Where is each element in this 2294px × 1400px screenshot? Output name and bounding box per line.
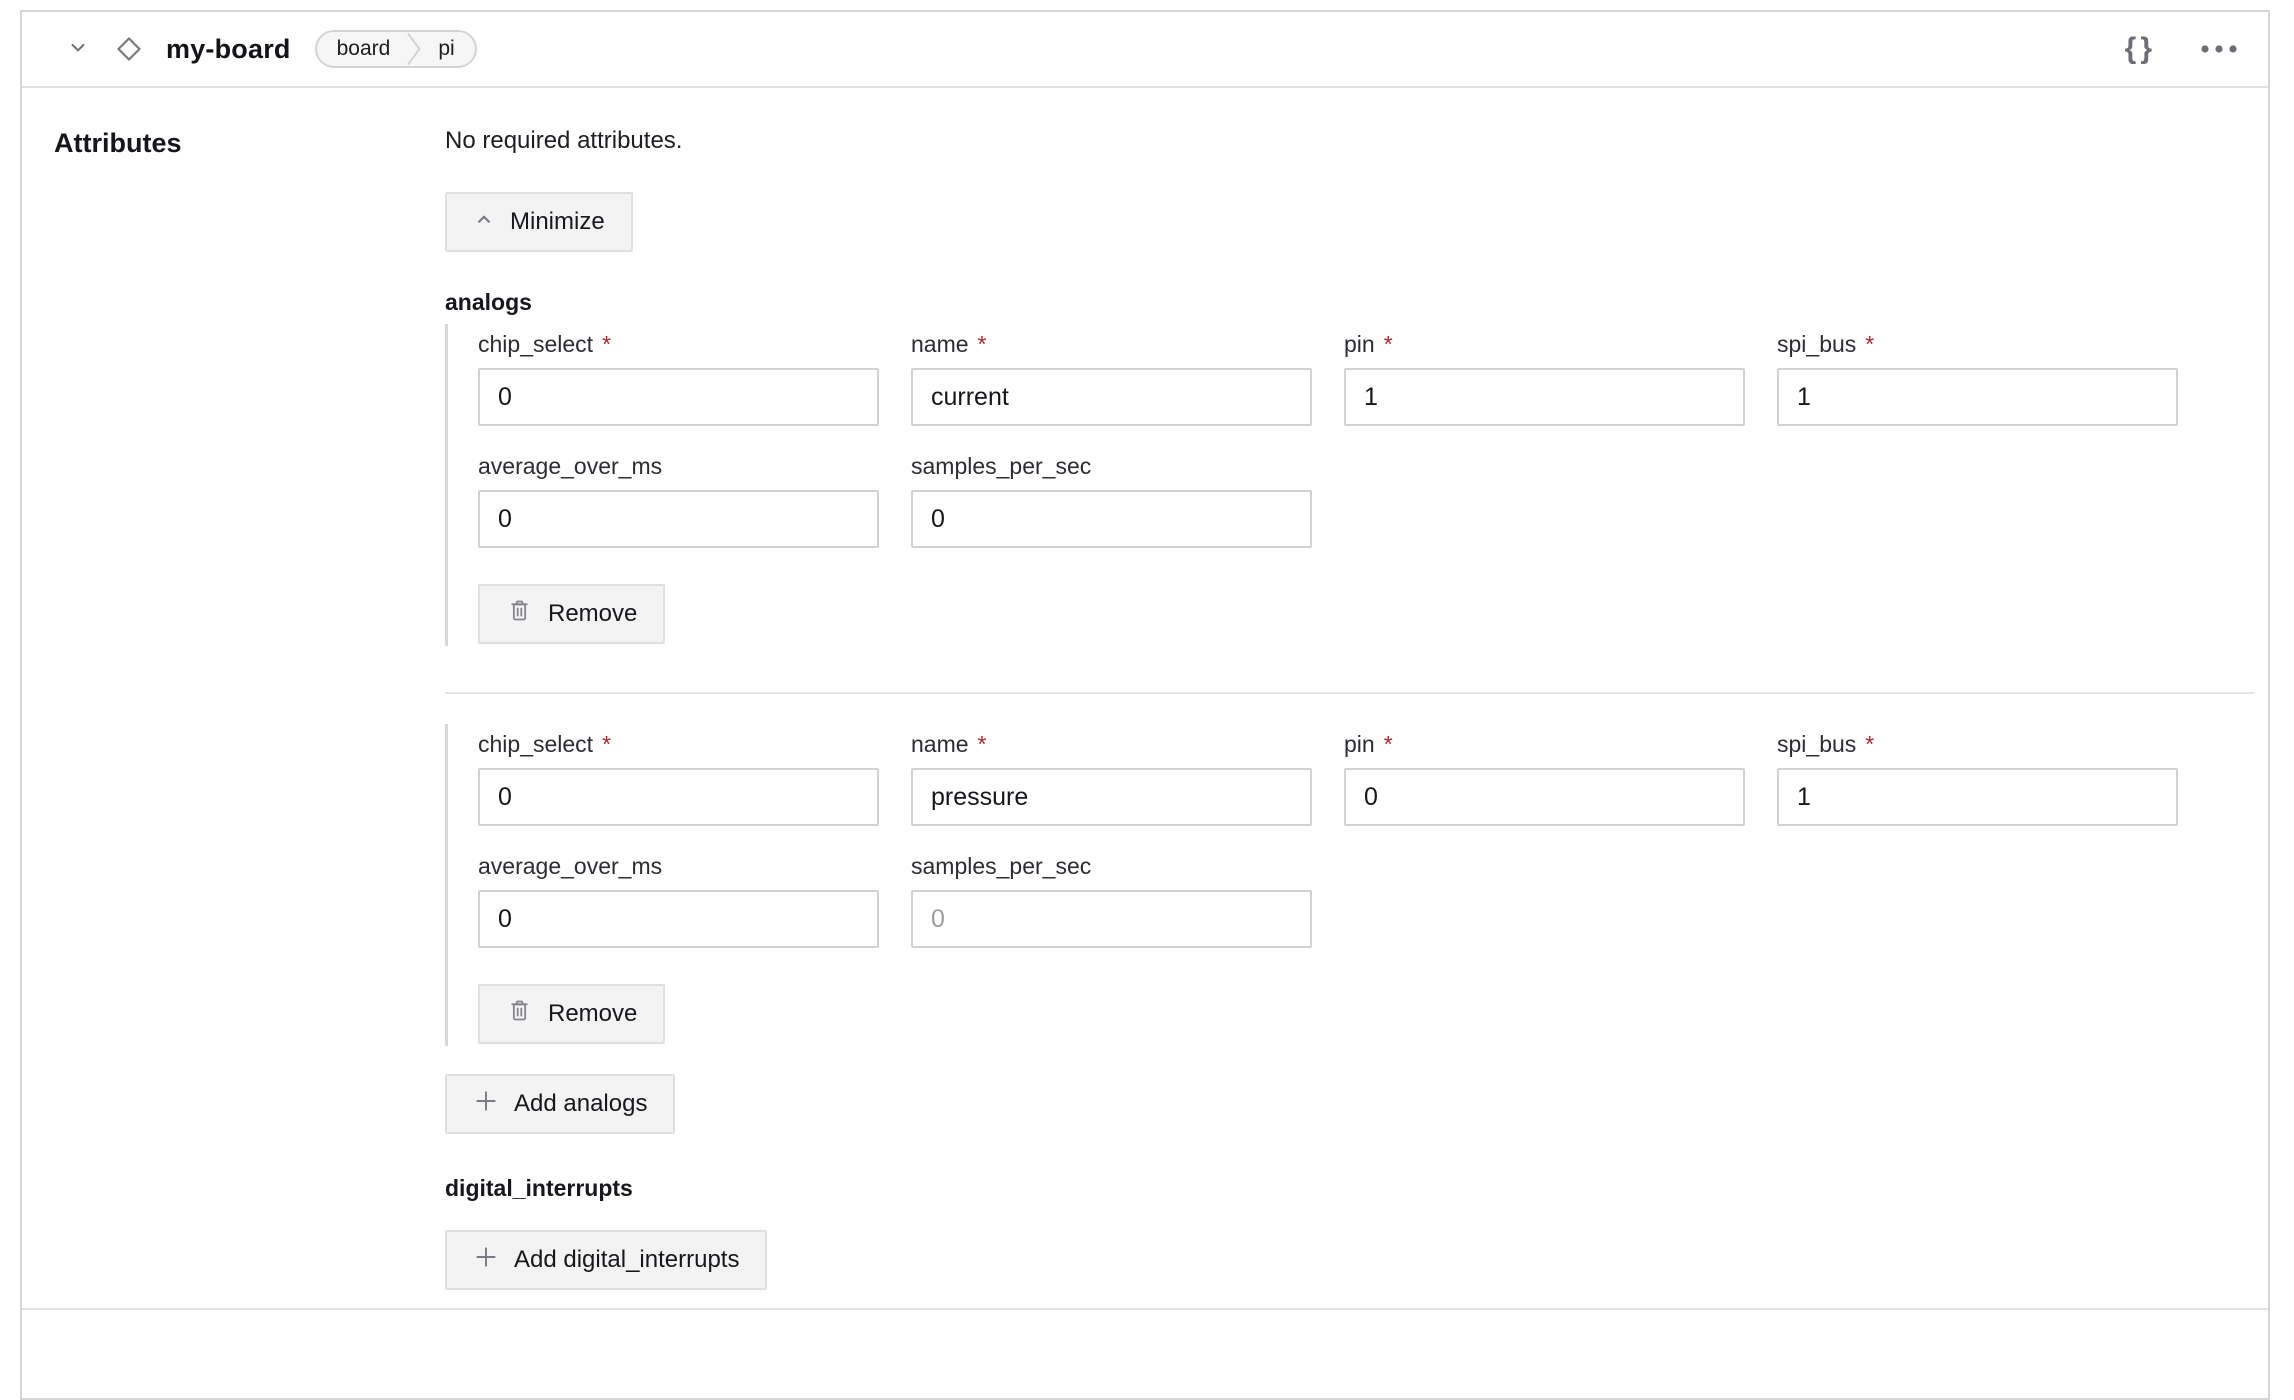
field-label: average_over_ms xyxy=(478,852,879,880)
component-card-header: my-board board pi {} xyxy=(22,12,2268,88)
field-pin: pin * xyxy=(1344,730,1745,826)
remove-button-label: Remove xyxy=(548,600,637,628)
required-marker: * xyxy=(978,731,987,757)
spi-bus-input[interactable] xyxy=(1777,368,2178,426)
more-options-button[interactable] xyxy=(2200,42,2238,57)
field-label-text: samples_per_sec xyxy=(911,453,1091,479)
field-name: name * xyxy=(911,330,1312,426)
name-input[interactable] xyxy=(911,768,1312,826)
field-spi-bus: spi_bus * xyxy=(1777,730,2178,826)
field-label: pin * xyxy=(1344,730,1745,758)
json-mode-button[interactable]: {} xyxy=(2125,34,2156,64)
plus-icon xyxy=(473,1088,499,1121)
average-over-ms-input[interactable] xyxy=(478,890,879,948)
field-label-text: pin xyxy=(1344,331,1375,357)
ellipsis-icon xyxy=(2200,42,2238,57)
analog-item: chip_select * name * pin * spi_bus * xyxy=(445,324,2255,646)
field-label: name * xyxy=(911,730,1312,758)
trash-icon xyxy=(506,597,533,631)
field-chip-select: chip_select * xyxy=(478,730,879,826)
add-digital-interrupts-button-label: Add digital_interrupts xyxy=(514,1246,739,1274)
required-attributes-note: No required attributes. xyxy=(445,126,2255,156)
analog-fields: chip_select * name * pin * spi_bus * xyxy=(478,330,2255,548)
samples-per-sec-input[interactable] xyxy=(911,890,1312,948)
collapse-toggle-button[interactable] xyxy=(66,36,90,63)
average-over-ms-input[interactable] xyxy=(478,490,879,548)
analog-items-divider xyxy=(445,692,2255,694)
chevron-up-icon xyxy=(473,208,495,237)
minimize-button[interactable]: Minimize xyxy=(445,192,633,252)
add-analogs-button-label: Add analogs xyxy=(514,1090,647,1118)
samples-per-sec-input[interactable] xyxy=(911,490,1312,548)
field-label-text: samples_per_sec xyxy=(911,853,1091,879)
attributes-heading: Attributes xyxy=(54,126,445,1290)
field-label-text: chip_select xyxy=(478,731,593,757)
required-marker: * xyxy=(602,331,611,357)
required-marker: * xyxy=(1384,331,1393,357)
analog-fields: chip_select * name * pin * spi_bus * xyxy=(478,730,2255,948)
required-marker: * xyxy=(1384,731,1393,757)
field-label: chip_select * xyxy=(478,730,879,758)
add-analogs-button[interactable]: Add analogs xyxy=(445,1074,675,1134)
field-label: pin * xyxy=(1344,330,1745,358)
card-section-divider xyxy=(22,1308,2268,1310)
field-average-over-ms: average_over_ms xyxy=(478,852,879,948)
field-label-text: pin xyxy=(1344,731,1375,757)
component-diamond-icon xyxy=(114,34,144,64)
field-label: name * xyxy=(911,330,1312,358)
remove-analog-button[interactable]: Remove xyxy=(478,584,665,644)
field-label: chip_select * xyxy=(478,330,879,358)
header-actions: {} xyxy=(2125,34,2238,64)
required-marker: * xyxy=(602,731,611,757)
field-label: spi_bus * xyxy=(1777,730,2178,758)
component-type-badge: board pi xyxy=(315,30,477,68)
field-label-text: spi_bus xyxy=(1777,731,1856,757)
chip-select-input[interactable] xyxy=(478,368,879,426)
field-label-text: chip_select xyxy=(478,331,593,357)
field-label-text: spi_bus xyxy=(1777,331,1856,357)
name-input[interactable] xyxy=(911,368,1312,426)
required-marker: * xyxy=(1865,331,1874,357)
analogs-section-label: analogs xyxy=(445,288,2255,316)
chip-select-input[interactable] xyxy=(478,768,879,826)
field-label: average_over_ms xyxy=(478,452,879,480)
field-label-text: name xyxy=(911,731,969,757)
component-card: my-board board pi {} Attributes No requi… xyxy=(20,10,2270,1400)
required-marker: * xyxy=(978,331,987,357)
field-label: samples_per_sec xyxy=(911,852,1312,880)
field-label-text: average_over_ms xyxy=(478,453,662,479)
attributes-content: No required attributes. Minimize analogs… xyxy=(445,126,2255,1290)
field-chip-select: chip_select * xyxy=(478,330,879,426)
analog-item: chip_select * name * pin * spi_bus * xyxy=(445,724,2255,1046)
minimize-button-label: Minimize xyxy=(510,208,605,236)
add-digital-interrupts-button[interactable]: Add digital_interrupts xyxy=(445,1230,767,1290)
field-name: name * xyxy=(911,730,1312,826)
field-pin: pin * xyxy=(1344,330,1745,426)
field-label-text: name xyxy=(911,331,969,357)
field-average-over-ms: average_over_ms xyxy=(478,452,879,548)
field-label-text: average_over_ms xyxy=(478,853,662,879)
field-spi-bus: spi_bus * xyxy=(1777,330,2178,426)
remove-button-label: Remove xyxy=(548,1000,637,1028)
required-marker: * xyxy=(1865,731,1874,757)
field-samples-per-sec: samples_per_sec xyxy=(911,452,1312,548)
digital-interrupts-section-label: digital_interrupts xyxy=(445,1174,2255,1202)
model-badge-label: pi xyxy=(418,32,474,66)
field-label: spi_bus * xyxy=(1777,330,2178,358)
attributes-section: Attributes No required attributes. Minim… xyxy=(22,88,2268,1290)
curly-braces-icon: {} xyxy=(2125,34,2156,64)
plus-icon xyxy=(473,1244,499,1277)
trash-icon xyxy=(506,997,533,1031)
pin-input[interactable] xyxy=(1344,768,1745,826)
type-badge-label: board xyxy=(317,32,411,66)
pin-input[interactable] xyxy=(1344,368,1745,426)
spi-bus-input[interactable] xyxy=(1777,768,2178,826)
component-name: my-board xyxy=(166,34,291,65)
chevron-down-icon xyxy=(66,36,90,63)
field-label: samples_per_sec xyxy=(911,452,1312,480)
field-samples-per-sec: samples_per_sec xyxy=(911,852,1312,948)
remove-analog-button[interactable]: Remove xyxy=(478,984,665,1044)
